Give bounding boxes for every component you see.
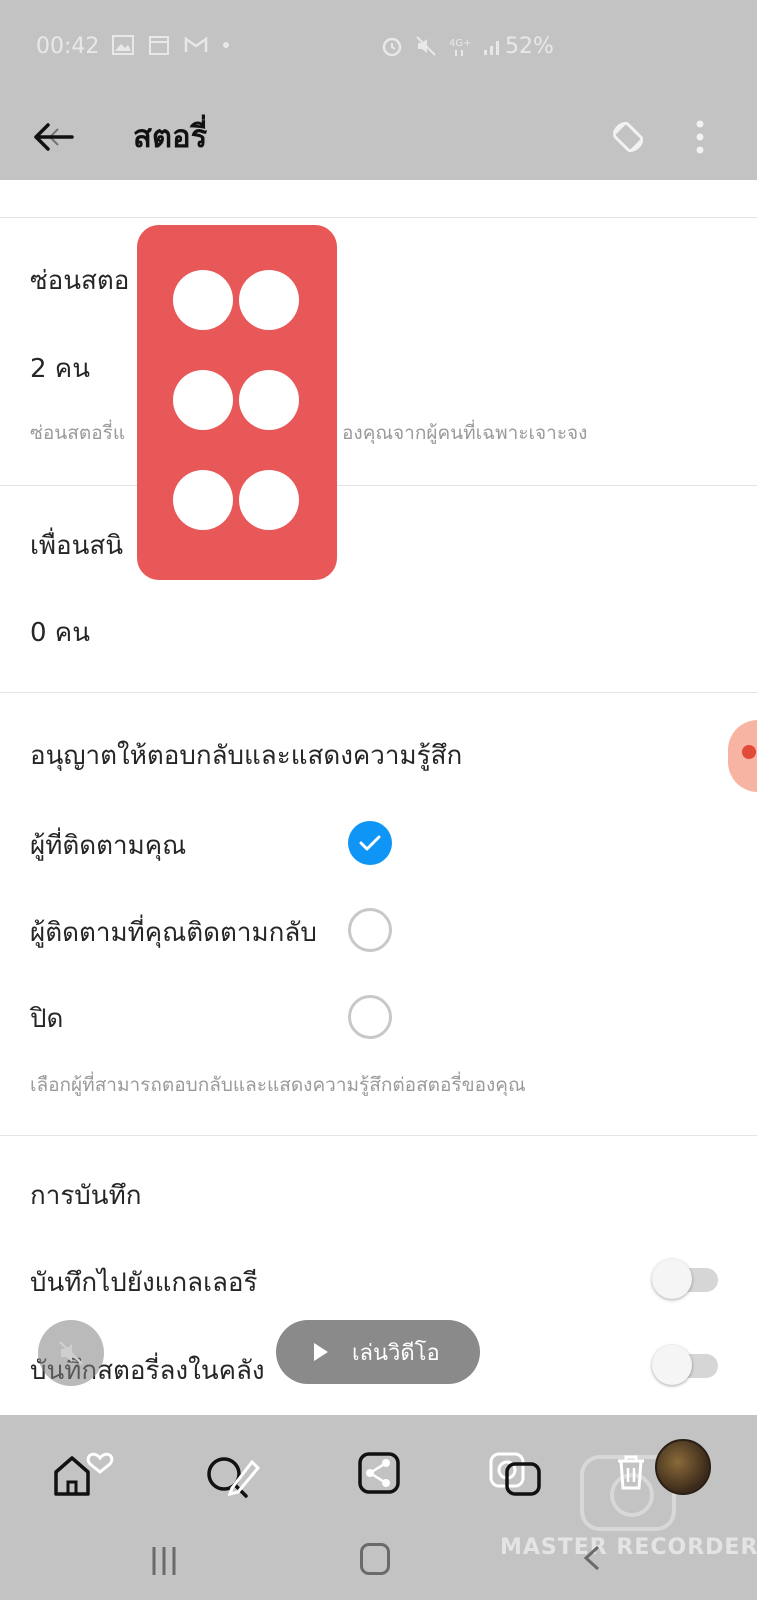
notification-icons	[112, 34, 230, 56]
close-friends-heading[interactable]: เพื่อนสนิ	[30, 525, 123, 566]
mute-status-icon	[416, 36, 436, 56]
dot-icon	[223, 42, 229, 48]
save-to-gallery-toggle[interactable]	[652, 1259, 720, 1299]
hide-story-hint-start: ซ่อนสตอรี่แ	[30, 422, 126, 444]
profile-avatar[interactable]	[655, 1439, 711, 1495]
grip-dot	[239, 270, 299, 330]
hide-story-count[interactable]: 2 คน	[30, 348, 90, 389]
settings-content: ซ่อนสตอ 2 คน ซ่อนสตอรี่แ องคุณจากผู้คนที…	[0, 180, 757, 1415]
hide-story-hint-end: องคุณจากผู้คนที่เฉพาะเจาะจง	[342, 422, 588, 444]
reply-option-label[interactable]: ผู้ที่ติดตามคุณ	[30, 825, 186, 866]
back-arrow-icon	[34, 123, 74, 151]
grip-dot	[173, 470, 233, 530]
grip-dot	[239, 470, 299, 530]
home-icon	[54, 1452, 114, 1496]
rotate-icon	[612, 121, 644, 153]
gmail-icon	[184, 36, 208, 52]
trash-icon	[618, 1455, 644, 1490]
divider	[0, 217, 757, 218]
saving-heading: การบันทึก	[30, 1181, 142, 1211]
recorder-watermark: MASTER RECORDER	[500, 1535, 757, 1560]
app-bar: สตอรี่	[0, 95, 757, 180]
toggle-knob	[652, 1345, 692, 1385]
search-icon	[207, 1457, 261, 1498]
recent-apps-icon[interactable]	[150, 1545, 180, 1577]
more-options-button[interactable]	[672, 109, 728, 165]
svg-text:4G+: 4G+	[449, 38, 472, 49]
mute-icon	[59, 1341, 83, 1365]
system-back-icon[interactable]	[580, 1543, 604, 1573]
camera-icon	[489, 1452, 541, 1496]
reply-option-followers-radio[interactable]	[348, 821, 392, 865]
alarm-icon	[382, 37, 402, 57]
delete-button[interactable]	[606, 1437, 656, 1507]
grip-dot	[173, 370, 233, 430]
more-vertical-icon	[696, 120, 704, 154]
reply-option-followback-radio[interactable]	[348, 908, 392, 952]
reply-option-label[interactable]: ผู้ติดตามที่คุณติดตามกลับ	[30, 912, 317, 953]
grip-dot	[173, 270, 233, 330]
bottom-navigation: MASTER RECORDER	[0, 1415, 757, 1600]
play-video-label: เล่นวิดีโอ	[352, 1340, 440, 1366]
page-title: สตอรี่	[133, 119, 208, 155]
save-to-gallery-label: บันทึกไปยังแกลเลอรี	[30, 1268, 258, 1298]
replies-hint: เลือกผู้ที่สามารถตอบกลับและแสดงความรู้สึ…	[30, 1074, 526, 1096]
share-button[interactable]	[338, 1437, 418, 1507]
rotate-button[interactable]	[600, 109, 656, 165]
network-4g-icon: 4G+	[449, 38, 472, 56]
replies-heading: อนุญาตให้ตอบกลับและแสดงความรู้สึก	[30, 741, 463, 771]
calendar-icon	[149, 36, 169, 55]
battery-level: 52%	[505, 34, 554, 59]
system-home-button[interactable]	[360, 1543, 390, 1575]
hide-story-heading[interactable]: ซ่อนสตอ	[30, 260, 129, 301]
mute-button[interactable]	[38, 1320, 104, 1386]
play-icon	[314, 1343, 328, 1361]
toggle-knob	[652, 1259, 692, 1299]
divider	[0, 692, 757, 693]
system-icons: 4G+	[380, 34, 504, 58]
image-icon	[112, 35, 134, 55]
signal-icon	[484, 41, 499, 55]
camera-button[interactable]	[476, 1437, 556, 1507]
divider	[0, 485, 757, 486]
grip-dot	[239, 370, 299, 430]
back-button[interactable]	[24, 109, 84, 165]
close-friends-count[interactable]: 0 คน	[30, 612, 90, 653]
share-icon	[358, 1452, 400, 1494]
search-button[interactable]	[196, 1437, 276, 1507]
save-to-archive-toggle[interactable]	[652, 1345, 720, 1385]
play-video-button[interactable]: เล่นวิดีโอ	[276, 1320, 480, 1384]
divider	[0, 1135, 757, 1136]
recorder-drag-handle[interactable]	[137, 225, 337, 580]
home-button[interactable]	[44, 1437, 124, 1507]
reply-option-label[interactable]: ปิด	[30, 998, 63, 1039]
check-icon	[359, 835, 381, 851]
record-dot-icon	[742, 745, 756, 759]
reply-option-off-radio[interactable]	[348, 995, 392, 1039]
status-bar: 00:42 4G+ 52%	[0, 0, 757, 95]
status-time: 00:42	[36, 34, 100, 59]
